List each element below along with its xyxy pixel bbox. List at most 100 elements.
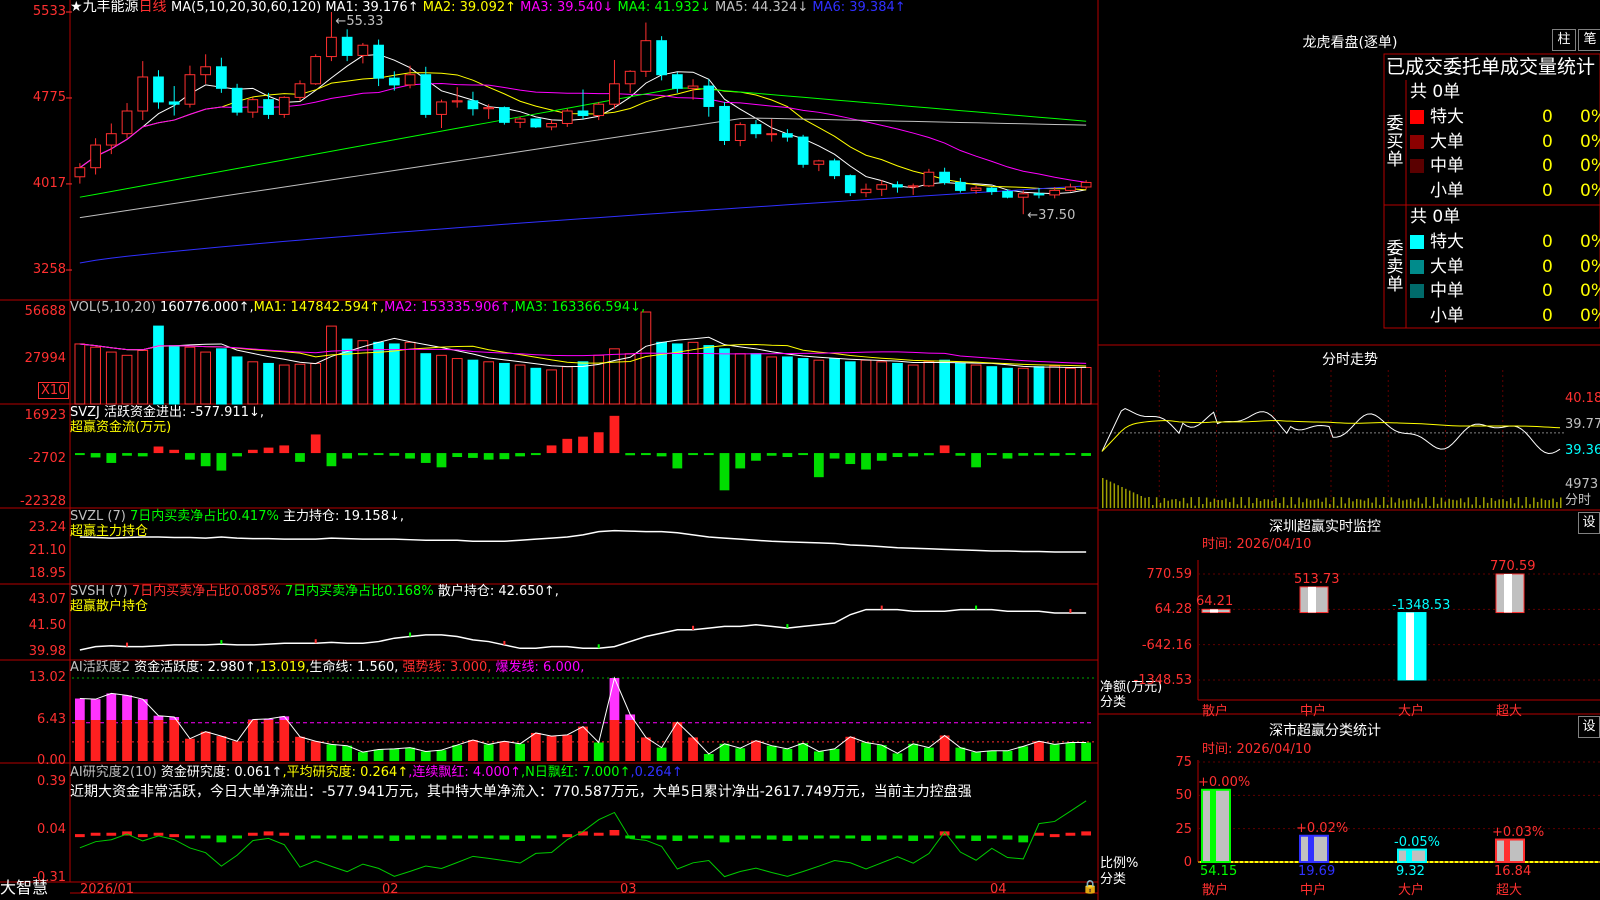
sell-total: 共 0单 xyxy=(1410,207,1461,227)
vol-legend-item: MA3: 163366.594↓, xyxy=(514,300,646,315)
tick-mode-button[interactable]: 笔 xyxy=(1578,29,1600,51)
intraday-vol-bar xyxy=(1352,501,1354,508)
intraday-vol-bar xyxy=(1102,478,1104,508)
svzj-bar xyxy=(1081,453,1092,456)
order-percent: 0% xyxy=(1580,232,1600,252)
svzj-bar xyxy=(955,453,966,456)
lock-icon[interactable]: 🔒 xyxy=(1082,880,1098,895)
ai-research-bar xyxy=(169,834,180,838)
sz-monitor-settings-button[interactable]: 设 xyxy=(1578,512,1600,534)
svsh-tick xyxy=(409,632,412,637)
intraday-footer: 分时 xyxy=(1565,493,1592,508)
svzl-axis-label: 18.95 xyxy=(28,566,66,581)
candle xyxy=(467,100,479,110)
ai-active-bar xyxy=(137,720,148,761)
order-percent: 0% xyxy=(1580,256,1600,277)
intraday-vol-bar xyxy=(1105,479,1108,508)
ai-active-bar xyxy=(74,720,85,761)
szc-change-label: +0.03% xyxy=(1492,824,1545,840)
date-label-3: 03 xyxy=(620,882,637,897)
candle xyxy=(231,87,243,113)
volume-bar xyxy=(609,348,620,405)
intraday-vol-bar xyxy=(1379,504,1381,508)
ma-legend-item: MA1: 39.176↑ xyxy=(325,0,423,15)
intraday-vol-bar xyxy=(1275,497,1277,508)
svzj-bar xyxy=(609,415,620,454)
sz-monitor-title: 深圳超赢实时监控 xyxy=(1269,519,1381,535)
candle xyxy=(1017,193,1029,198)
intraday-vol-bar xyxy=(1490,498,1493,508)
ai-research-bar xyxy=(153,832,164,836)
star-icon[interactable]: ★ xyxy=(70,0,83,15)
ai-active-bar xyxy=(578,726,588,761)
candle xyxy=(577,110,589,117)
sz-class-title: 深市超赢分类统计 xyxy=(1269,723,1381,739)
intraday-vol-bar xyxy=(1413,501,1416,508)
candle xyxy=(388,77,400,86)
intraday-vol-bar xyxy=(1486,502,1489,508)
ai-active-bar xyxy=(1081,742,1092,761)
svzj-bar xyxy=(924,453,934,456)
ai-research-bar xyxy=(719,835,730,843)
volume-bar xyxy=(844,361,856,405)
ai-research-bar xyxy=(1002,835,1013,840)
intraday-vol-bar xyxy=(1483,497,1485,508)
sz-class-settings-button[interactable]: 设 xyxy=(1578,716,1600,738)
ai-research-bar xyxy=(688,835,698,839)
candle xyxy=(420,74,432,115)
intraday-vol-bar xyxy=(1209,501,1212,508)
candle xyxy=(1080,181,1092,188)
intraday-vol-bar xyxy=(1125,488,1127,508)
szc-value-label: 54.15 xyxy=(1200,864,1238,879)
candle xyxy=(153,76,164,103)
volume-bar xyxy=(954,362,966,405)
ai-active-bar xyxy=(625,720,636,761)
candle xyxy=(1065,186,1076,191)
ai-research-bar xyxy=(420,835,431,839)
svzj-bar xyxy=(106,453,117,463)
ai-active-legend-item: 资金活跃度: 2.980↑ xyxy=(134,660,256,675)
ai-active-bar xyxy=(483,744,494,761)
intraday-vol-bar xyxy=(1402,500,1404,508)
candle xyxy=(74,167,86,178)
ai-research-bar xyxy=(892,835,903,839)
candle xyxy=(310,56,322,85)
dragon-panel-title: 龙虎看盘(逐单) xyxy=(1302,35,1398,51)
ai-research-bar xyxy=(499,835,510,840)
period-label[interactable]: 日线 xyxy=(139,0,167,15)
volume-bar xyxy=(923,361,935,405)
svzj-bar xyxy=(169,449,180,454)
ai-research-bar xyxy=(263,831,274,836)
svsh-subtitle: 超赢散户持仓 xyxy=(70,599,149,614)
sz-class-time: 时间: 2026/04/10 xyxy=(1202,742,1312,757)
order-row: 中单 0 0% xyxy=(1410,154,1600,178)
ai-active-bar xyxy=(971,752,981,761)
intraday-vol-max: 4973 xyxy=(1565,477,1599,492)
volume-bar xyxy=(1033,366,1045,405)
volume-bar xyxy=(530,367,542,405)
svzj-bar xyxy=(986,453,997,456)
ai-research-bar xyxy=(845,835,856,839)
candle xyxy=(656,40,667,76)
svzj-bar xyxy=(672,453,683,469)
bar-mode-button[interactable]: 柱 xyxy=(1552,29,1576,51)
intraday-vol-bar xyxy=(1121,487,1123,508)
ai-research-bar xyxy=(342,835,353,840)
svzj-bar xyxy=(578,436,588,454)
intraday-vol-bar xyxy=(1456,500,1458,508)
volume-bar xyxy=(656,341,667,405)
volume-bar xyxy=(263,362,274,405)
candle xyxy=(247,99,259,113)
ai-research-bar xyxy=(468,835,478,839)
ai-research-bar xyxy=(295,835,305,840)
order-type-label: 特大 xyxy=(1430,107,1464,127)
intraday-vol-bar xyxy=(1305,498,1308,508)
intraday-vol-bar xyxy=(1252,503,1254,508)
intraday-vol-bar xyxy=(1356,498,1358,508)
ai-research-legend-item: ,平均研究度: 0.264↑ xyxy=(282,765,409,780)
order-percent: 0% xyxy=(1580,305,1600,326)
ai-active-bar xyxy=(641,737,651,761)
ai-active-bar xyxy=(593,742,604,761)
ai-active-bar xyxy=(90,720,101,761)
ai-active-bar xyxy=(436,750,447,761)
